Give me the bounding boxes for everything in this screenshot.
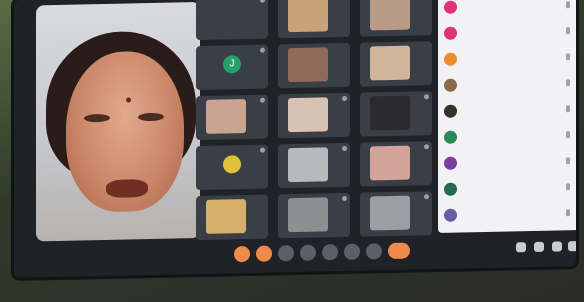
end-call-button[interactable] — [388, 242, 410, 260]
grid-tile[interactable] — [196, 194, 268, 241]
mic-muted-icon — [260, 47, 265, 53]
call-controls-bar — [28, 236, 576, 272]
participant-video — [206, 199, 246, 234]
camera-button[interactable] — [256, 245, 272, 262]
participant-list-item[interactable] — [444, 150, 574, 175]
people-icon[interactable] — [534, 241, 544, 252]
grid-tile[interactable] — [278, 192, 350, 239]
grid-tile[interactable] — [360, 0, 432, 37]
mic-muted-icon — [260, 0, 265, 3]
participant-avatar — [444, 104, 457, 118]
participant-video — [288, 147, 328, 183]
participant-video — [370, 95, 410, 131]
activities-icon[interactable] — [568, 241, 576, 252]
participant-video — [370, 145, 410, 181]
participant-list-item[interactable] — [444, 46, 574, 71]
captions-button[interactable] — [278, 245, 294, 262]
grid-tile[interactable] — [196, 0, 268, 41]
participant-list-item[interactable] — [444, 72, 574, 97]
grid-tile[interactable] — [278, 42, 350, 89]
participant-avatar — [223, 155, 241, 174]
participant-grid: J — [196, 0, 438, 241]
grid-tile[interactable] — [278, 0, 350, 39]
participant-avatar: J — [223, 55, 241, 74]
participant-video — [288, 0, 328, 33]
mic-muted-icon — [342, 195, 347, 202]
participant-avatar — [444, 78, 457, 92]
participant-video — [370, 0, 410, 31]
meeting-window: J — [14, 0, 576, 278]
info-icon[interactable] — [516, 242, 526, 253]
participant-video — [370, 195, 410, 231]
more-options-button[interactable] — [366, 243, 382, 260]
mic-muted-icon — [424, 194, 429, 200]
chat-icon[interactable] — [552, 241, 562, 252]
mic-muted-icon — [566, 183, 570, 191]
raise-hand-button[interactable] — [344, 243, 360, 260]
mic-muted-icon — [260, 97, 265, 103]
grid-tile[interactable] — [196, 94, 268, 141]
participant-avatar — [444, 208, 457, 222]
grid-tile[interactable]: J — [196, 44, 268, 91]
grid-tile[interactable] — [278, 92, 350, 139]
mic-muted-icon — [424, 94, 429, 100]
mic-muted-icon — [566, 105, 570, 113]
participants-panel — [438, 0, 576, 234]
participant-list-item[interactable] — [444, 0, 574, 19]
participant-list-item[interactable] — [444, 124, 574, 149]
mic-muted-icon — [342, 95, 347, 102]
grid-tile[interactable] — [196, 144, 268, 191]
participant-video — [206, 99, 246, 134]
speaker-left-eye — [84, 113, 110, 123]
mic-muted-icon — [566, 131, 570, 139]
mic-muted-icon — [260, 147, 265, 153]
grid-tile[interactable] — [360, 91, 432, 137]
grid-tile[interactable] — [360, 41, 432, 87]
participant-avatar — [444, 182, 457, 196]
speaker-face — [66, 50, 184, 213]
participant-avatar — [444, 52, 457, 66]
mic-muted-icon — [424, 144, 429, 150]
mic-muted-icon — [342, 145, 347, 152]
participant-avatar — [444, 0, 457, 14]
grid-tile[interactable] — [360, 141, 432, 187]
emoji-button[interactable] — [300, 244, 316, 261]
participant-avatar — [444, 130, 457, 144]
grid-tile[interactable] — [278, 142, 350, 189]
mic-muted-icon — [566, 1, 570, 9]
mic-muted-icon — [566, 79, 570, 87]
speaker-mouth — [106, 179, 148, 198]
participant-avatar — [444, 26, 457, 40]
mic-muted-icon — [566, 157, 570, 165]
speaker-bindi — [126, 97, 131, 103]
participant-list-item[interactable] — [444, 20, 574, 45]
participant-video — [288, 97, 328, 133]
participant-video — [288, 47, 328, 83]
mic-muted-icon — [566, 53, 570, 61]
participant-video — [370, 45, 410, 81]
grid-tile[interactable] — [360, 191, 432, 237]
mic-button[interactable] — [234, 245, 250, 263]
mic-muted-icon — [566, 27, 570, 35]
participant-list-item[interactable] — [444, 176, 574, 201]
participant-avatar — [444, 156, 457, 170]
participant-list-item[interactable] — [444, 202, 574, 227]
active-speaker-tile[interactable] — [36, 1, 200, 242]
participant-list-item[interactable] — [444, 98, 574, 123]
present-button[interactable] — [322, 244, 338, 261]
mic-muted-icon — [566, 209, 570, 217]
participant-video — [288, 197, 328, 233]
speaker-right-eye — [138, 112, 164, 122]
